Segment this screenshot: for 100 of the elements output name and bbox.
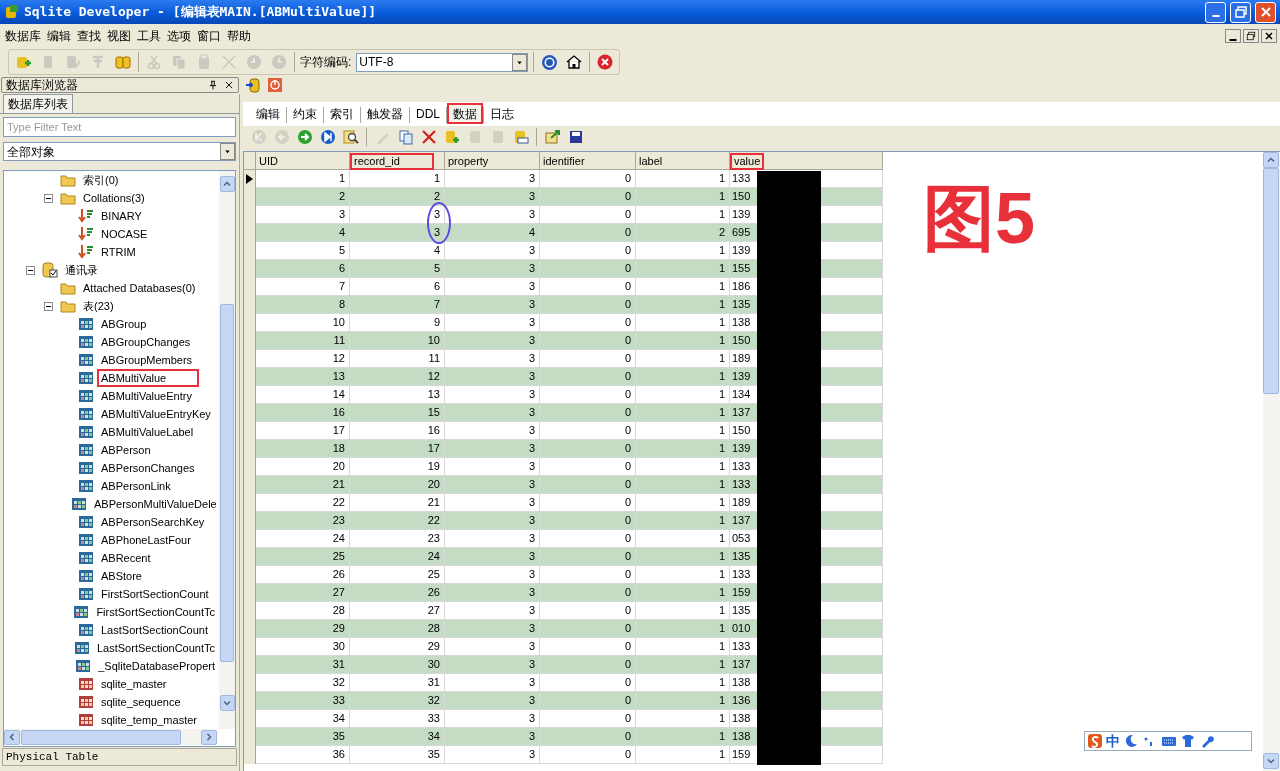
tree-item[interactable]: NOCASE — [97, 225, 152, 243]
tree-item[interactable]: ABPhoneLastFour — [97, 531, 195, 549]
table-cell: 20 — [350, 476, 445, 493]
ime-mode[interactable]: 中 — [1106, 730, 1120, 752]
table-cell: 33 — [256, 692, 350, 709]
tree-item[interactable]: ABPersonLink — [97, 477, 175, 495]
table-cell: 24 — [350, 548, 445, 565]
table-cell: 22 — [350, 512, 445, 529]
menu-item[interactable]: 查找 — [74, 27, 104, 45]
table-cell: 15 — [350, 404, 445, 421]
tree-item[interactable]: ABGroupMembers — [97, 351, 197, 369]
tree-item[interactable]: ABMultiValueEntryKey — [97, 405, 215, 423]
table-cell: 7 — [350, 296, 445, 313]
table-cell: 0 — [540, 404, 636, 421]
menu-item[interactable]: 编辑 — [44, 27, 74, 45]
object-filter-select[interactable]: 全部对象 — [3, 142, 236, 161]
tree-item[interactable]: Collations(3) — [79, 189, 149, 207]
tab[interactable]: DDL — [410, 103, 446, 124]
table-cell: 3 — [445, 692, 540, 709]
tree-item[interactable]: 索引(0) — [79, 171, 123, 189]
table-cell: 1 — [636, 584, 730, 601]
table-cell: 0 — [540, 512, 636, 529]
table-cell: 23 — [256, 512, 350, 529]
table-cell: 32 — [350, 692, 445, 709]
table-cell: 0 — [540, 584, 636, 601]
tab[interactable]: 日志 — [484, 103, 520, 124]
table-cell: 11 — [256, 332, 350, 349]
filter-field[interactable]: Type Filter Text — [3, 117, 236, 137]
table-cell: 3 — [445, 440, 540, 457]
table-cell: 0 — [540, 188, 636, 205]
table-cell: 0 — [540, 224, 636, 241]
tree-item[interactable]: RTRIM — [97, 243, 140, 261]
table-cell: 1 — [636, 692, 730, 709]
tree-item[interactable]: FirstSortSectionCountTc — [92, 603, 219, 621]
table-cell: 0 — [540, 728, 636, 745]
table-cell: 1 — [636, 548, 730, 565]
tree-item[interactable]: ABMultiValueLabel — [97, 423, 198, 441]
menu-item[interactable]: 帮助 — [224, 27, 254, 45]
tree-item[interactable]: ABPersonMultiValueDele — [90, 495, 219, 513]
table-cell: 28 — [350, 620, 445, 637]
menu-item[interactable]: 工具 — [134, 27, 164, 45]
table-cell: 0 — [540, 692, 636, 709]
tree-item[interactable]: sqlite_master — [97, 675, 171, 693]
status-text: Physical Table — [6, 749, 99, 765]
tree-item[interactable]: ABGroupChanges — [97, 333, 195, 351]
tree-item[interactable]: 表(23) — [79, 297, 118, 315]
tree-item[interactable]: LastSortSectionCount — [97, 621, 212, 639]
table-cell: 18 — [256, 440, 350, 457]
tree-item[interactable]: LastSortSectionCountTc — [93, 639, 219, 657]
tree-item[interactable]: 通讯录 — [61, 261, 102, 279]
table-cell: 34 — [350, 728, 445, 745]
tree-item[interactable]: ABMultiValueEntry — [97, 387, 196, 405]
menu-item[interactable]: 数据库 — [2, 27, 44, 45]
tree-item[interactable]: FirstSortSectionCount — [97, 585, 213, 603]
table-cell: 3 — [445, 584, 540, 601]
panel-tab[interactable]: 数据库列表 — [3, 94, 73, 113]
table-cell: 5 — [350, 260, 445, 277]
ime-toolbar[interactable]: 中 — [1084, 731, 1252, 751]
tree-item[interactable]: ABRecent — [97, 549, 155, 567]
tree-item[interactable]: ABMultiValue — [97, 369, 199, 387]
tree-item[interactable]: ABPersonSearchKey — [97, 513, 209, 531]
table-cell: 3 — [445, 404, 540, 421]
tab[interactable]: 索引 — [324, 103, 360, 124]
figure-label: 图5 — [923, 178, 1036, 258]
tree-item[interactable]: sqlite_sequence — [97, 693, 185, 711]
table-cell: 27 — [256, 584, 350, 601]
table-cell: 0 — [540, 476, 636, 493]
tree-item[interactable]: sqlite_temp_master — [97, 711, 201, 729]
tree-item[interactable]: ABPerson — [97, 441, 155, 459]
table-cell: 0 — [540, 620, 636, 637]
table-cell: 25 — [256, 548, 350, 565]
menu-item[interactable]: 选项 — [164, 27, 194, 45]
tree-item[interactable]: ABStore — [97, 567, 146, 585]
tab[interactable]: 触发器 — [361, 103, 409, 124]
tree-item[interactable]: ABPersonChanges — [97, 459, 199, 477]
tab[interactable]: 数据 — [447, 103, 483, 124]
table-cell: 1 — [636, 440, 730, 457]
tab[interactable]: 编辑 — [250, 103, 286, 124]
table-cell: 3 — [445, 548, 540, 565]
encoding-label: 字符编码: — [300, 54, 352, 71]
table-cell: 3 — [445, 656, 540, 673]
table-cell: 1 — [636, 620, 730, 637]
menu-item[interactable]: 窗口 — [194, 27, 224, 45]
table-cell: 29 — [256, 620, 350, 637]
tree-item[interactable]: BINARY — [97, 207, 146, 225]
panel-title: 数据库浏览器 — [6, 77, 79, 94]
tab[interactable]: 约束 — [287, 103, 323, 124]
tree-item[interactable]: ABGroup — [97, 315, 151, 333]
table-cell: 0 — [540, 296, 636, 313]
table-cell: 2 — [350, 188, 445, 205]
table-cell: 26 — [350, 584, 445, 601]
tree-item[interactable]: Attached Databases(0) — [79, 279, 200, 297]
table-cell: 17 — [350, 440, 445, 457]
tree-item[interactable]: _SqliteDatabasePropert — [94, 657, 219, 675]
table-cell: 2 — [256, 188, 350, 205]
table-cell: 0 — [540, 656, 636, 673]
table-cell: 3 — [445, 728, 540, 745]
encoding-select[interactable]: UTF-8 — [356, 52, 529, 72]
menu-item[interactable]: 视图 — [104, 27, 134, 45]
table-cell: 3 — [445, 260, 540, 277]
